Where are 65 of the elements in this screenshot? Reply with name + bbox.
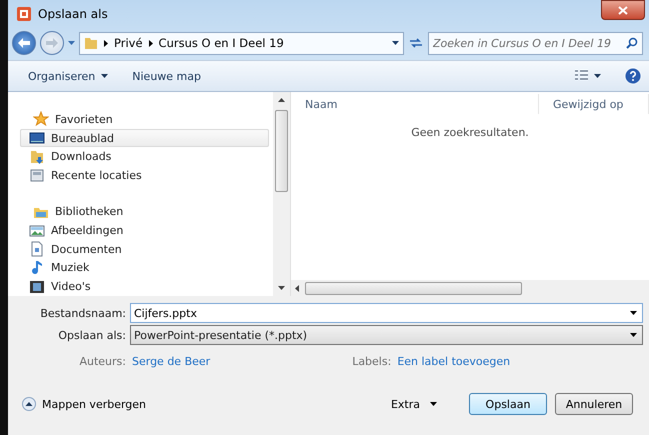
window-title: Opslaan als [38,7,108,21]
breadcrumb-arrow-icon [104,40,108,46]
nav-item[interactable]: Muziek [20,258,270,278]
scrollbar[interactable] [291,280,649,296]
cancel-button[interactable]: Annuleren [555,393,633,415]
address-bar[interactable]: Privé Cursus O en I Deel 19 [79,32,404,54]
refresh-icon[interactable] [408,36,424,50]
organize-menu[interactable]: Organiseren [28,70,108,82]
left-arrow-icon [18,38,30,48]
star-icon [33,111,49,128]
film-icon [29,278,45,295]
recent-places-icon [29,167,45,184]
app-icon [16,6,32,22]
search-box[interactable]: Zoeken in Cursus O en I Deel 19 [428,32,643,54]
collapse-icon [22,397,36,411]
nav-item[interactable]: Bureaublad [20,128,270,148]
nav-item[interactable]: Downloads [20,147,270,166]
nav-item[interactable]: Video's [20,277,270,296]
breadcrumb[interactable]: Cursus O en I Deel 19 [158,36,284,50]
back-button[interactable] [12,31,36,55]
save-button[interactable]: Opslaan [469,393,547,415]
search-field[interactable]: Zoeken in Cursus O en I Deel 19 [433,36,626,50]
breadcrumb-arrow-icon [148,40,153,46]
folder-icon [84,36,98,50]
right-arrow-icon [46,38,58,48]
caret-icon [430,402,437,406]
scroll-left-icon[interactable] [295,284,299,292]
picture-icon [29,222,45,239]
filename-field[interactable]: Cijfers.pptx [134,306,630,320]
extra-menu[interactable]: Extra [382,398,445,410]
filename-label: Bestandsnaam: [39,306,126,320]
breadcrumb[interactable]: Privé [114,36,143,50]
nav-group[interactable]: Bibliotheken [12,202,270,222]
caret-icon [630,311,637,315]
view-options-icon[interactable] [575,70,601,82]
new-folder-button[interactable]: Nieuwe map [132,70,201,82]
empty-message: Geen zoekresultaten. [410,125,530,141]
scroll-down-icon[interactable] [278,286,286,290]
authors-link[interactable]: Serge de Beer [132,354,210,368]
forward-button[interactable] [40,31,64,55]
hide-folders-button[interactable]: Mappen verbergen [22,397,146,411]
close-button[interactable] [601,0,645,20]
music-note-icon [29,260,45,276]
authors-label: Auteurs: [78,354,126,368]
scroll-up-icon[interactable] [278,98,286,102]
filename-combo-box[interactable]: Cijfers.pptx [130,303,643,323]
caret-icon [392,41,399,45]
search-icon [626,37,638,49]
monitor-icon [29,130,45,146]
caret-icon [630,333,637,337]
nav-item[interactable]: Afbeeldingen [20,221,270,240]
tags-link[interactable]: Een label toevoegen [397,354,510,368]
help-icon[interactable] [625,68,641,84]
caret-icon [101,74,108,78]
nav-group[interactable]: Favorieten [12,110,270,129]
close-icon [618,6,628,14]
file-type-label: Opslaan als: [57,328,126,342]
file-type-dropdown[interactable]: PowerPoint-presentatie (*.pptx) [130,325,643,345]
nav-item[interactable]: Recente locaties [20,166,270,185]
scrollbar[interactable] [273,92,290,296]
document-icon [29,241,45,258]
nav-item[interactable]: Documenten [20,240,270,259]
caret-icon [68,41,75,45]
tags-label: Labels: [352,354,392,368]
download-folder-icon [29,148,45,165]
